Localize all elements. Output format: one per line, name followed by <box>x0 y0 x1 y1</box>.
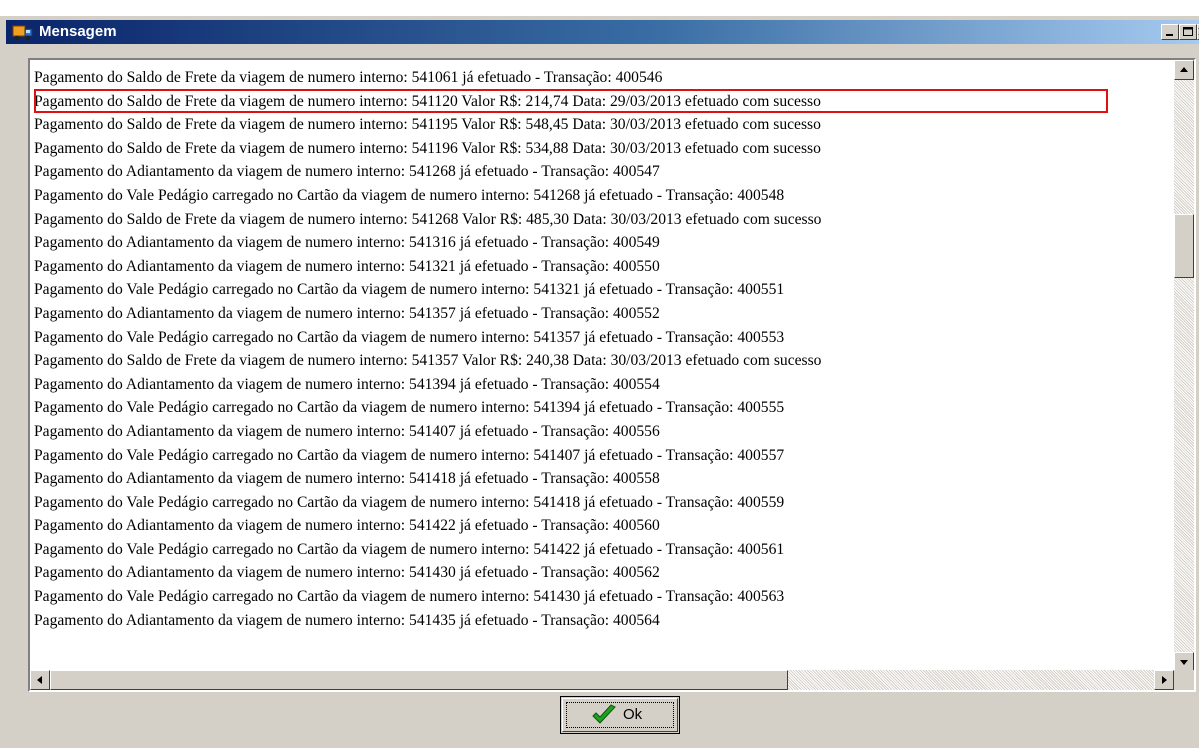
ok-button[interactable]: Ok <box>560 696 680 734</box>
message-list-item[interactable]: Pagamento do Saldo de Frete da viagem de… <box>34 208 1164 232</box>
title-bar[interactable]: Mensagem <box>6 20 1199 44</box>
horizontal-scroll-thumb[interactable] <box>50 670 788 690</box>
message-list-item[interactable]: Pagamento do Adiantamento da viagem de n… <box>34 160 1164 184</box>
message-list-item[interactable]: Pagamento do Saldo de Frete da viagem de… <box>34 66 1164 90</box>
window-title: Mensagem <box>39 23 117 40</box>
scroll-right-button[interactable] <box>1154 670 1174 690</box>
maximize-icon <box>1183 27 1193 36</box>
message-list-item[interactable]: Pagamento do Saldo de Frete da viagem de… <box>34 113 1164 137</box>
message-list-item[interactable]: Pagamento do Vale Pedágio carregado no C… <box>34 585 1164 609</box>
message-list-item[interactable]: Pagamento do Adiantamento da viagem de n… <box>34 231 1164 255</box>
message-list-item[interactable]: Pagamento do Saldo de Frete da viagem de… <box>34 90 1164 114</box>
message-list-item[interactable]: Pagamento do Vale Pedágio carregado no C… <box>34 538 1164 562</box>
message-list-item[interactable]: Pagamento do Adiantamento da viagem de n… <box>34 420 1164 444</box>
horizontal-scrollbar[interactable] <box>30 670 1174 690</box>
message-list-item[interactable]: Pagamento do Adiantamento da viagem de n… <box>34 561 1164 585</box>
scrollbar-corner <box>1174 670 1194 690</box>
vertical-scrollbar[interactable] <box>1174 60 1194 672</box>
scroll-up-button[interactable] <box>1174 60 1194 80</box>
message-list-item[interactable]: Pagamento do Adiantamento da viagem de n… <box>34 467 1164 491</box>
arrow-up-icon <box>1180 67 1188 72</box>
arrow-down-icon <box>1180 660 1188 665</box>
minimize-button[interactable] <box>1161 24 1179 40</box>
message-list-item[interactable]: Pagamento do Vale Pedágio carregado no C… <box>34 444 1164 468</box>
message-list-item[interactable]: Pagamento do Saldo de Frete da viagem de… <box>34 349 1164 373</box>
message-list-item[interactable]: Pagamento do Adiantamento da viagem de n… <box>34 609 1164 633</box>
message-list-item[interactable]: Pagamento do Vale Pedágio carregado no C… <box>34 278 1164 302</box>
message-list[interactable]: Pagamento do Saldo de Frete da viagem de… <box>28 58 1196 692</box>
arrow-left-icon <box>37 676 42 684</box>
truck-app-icon <box>12 25 33 41</box>
message-list-item[interactable]: Pagamento do Saldo de Frete da viagem de… <box>34 137 1164 161</box>
message-list-item[interactable]: Pagamento do Adiantamento da viagem de n… <box>34 302 1164 326</box>
message-list-item[interactable]: Pagamento do Vale Pedágio carregado no C… <box>34 184 1164 208</box>
ok-button-label: Ok <box>623 706 643 723</box>
message-list-item[interactable]: Pagamento do Vale Pedágio carregado no C… <box>34 396 1164 420</box>
message-list-item[interactable]: Pagamento do Vale Pedágio carregado no C… <box>34 491 1164 515</box>
ok-button-focus-rect <box>566 702 674 728</box>
message-list-item[interactable]: Pagamento do Adiantamento da viagem de n… <box>34 373 1164 397</box>
minimize-icon <box>1166 34 1173 36</box>
scroll-down-button[interactable] <box>1174 652 1194 672</box>
message-list-items: Pagamento do Saldo de Frete da viagem de… <box>34 66 1164 632</box>
message-list-item[interactable]: Pagamento do Adiantamento da viagem de n… <box>34 255 1164 279</box>
vertical-scroll-thumb[interactable] <box>1174 214 1194 278</box>
maximize-button[interactable] <box>1179 24 1197 40</box>
scroll-left-button[interactable] <box>30 670 50 690</box>
green-checkmark-icon <box>592 704 616 724</box>
message-dialog: Mensagem Pagamento do Saldo de Frete da … <box>0 16 1199 748</box>
message-list-item[interactable]: Pagamento do Vale Pedágio carregado no C… <box>34 326 1164 350</box>
message-list-item[interactable]: Pagamento do Adiantamento da viagem de n… <box>34 514 1164 538</box>
arrow-right-icon <box>1162 676 1167 684</box>
